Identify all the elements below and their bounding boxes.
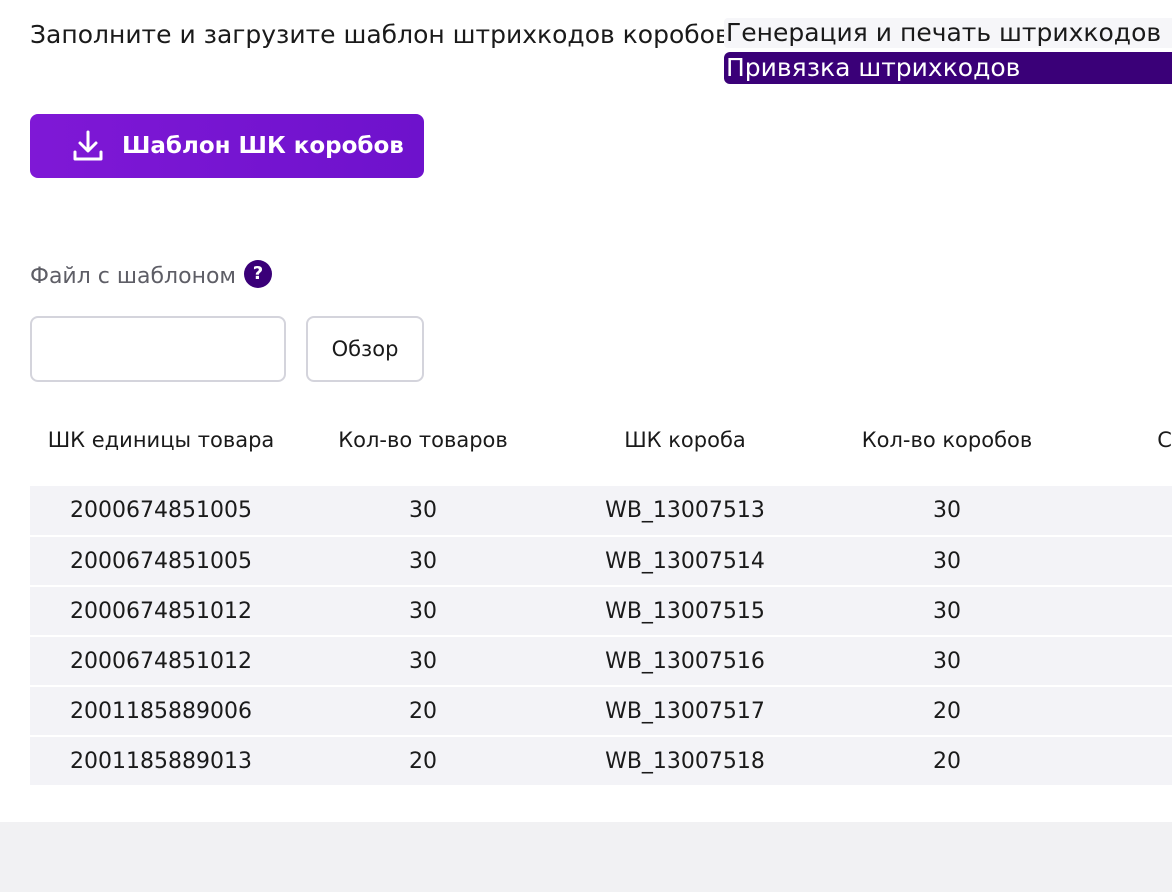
table-cell: 2001185889006 bbox=[30, 686, 292, 737]
table-cell: 30 bbox=[816, 486, 1078, 537]
table-cell bbox=[1078, 686, 1172, 737]
file-label: Файл с шаблоном bbox=[30, 264, 237, 289]
table-cell bbox=[1078, 586, 1172, 637]
table-cell: 2000674851005 bbox=[30, 486, 292, 537]
download-template-button[interactable]: Шаблон ШК коробов bbox=[30, 114, 424, 178]
table-cell: 20 bbox=[816, 686, 1078, 737]
table-cell bbox=[1078, 636, 1172, 687]
instruction-text: Заполните и загрузите шаблон штрихкодов … bbox=[30, 20, 730, 49]
table-row: 2000674851012 30 WB_13007516 30 bbox=[30, 636, 1172, 687]
table-cell: 2000674851005 bbox=[30, 536, 292, 587]
column-header: Срок bbox=[1078, 420, 1172, 486]
column-header: ШК короба bbox=[554, 420, 816, 486]
download-template-label: Шаблон ШК коробов bbox=[122, 133, 404, 159]
question-icon[interactable]: ? bbox=[244, 259, 273, 288]
download-icon bbox=[73, 130, 103, 161]
table-cell: WB_13007513 bbox=[554, 486, 816, 537]
barcodes-table-container: ШК единицы товара Кол-во товаров ШК коро… bbox=[30, 420, 1172, 787]
table-row: 2001185889006 20 WB_13007517 20 bbox=[30, 686, 1172, 737]
table-row: 2001185889013 20 WB_13007518 20 bbox=[30, 736, 1172, 787]
table-cell: 20 bbox=[292, 736, 554, 787]
table-cell: WB_13007514 bbox=[554, 536, 816, 587]
column-header: Кол-во товаров bbox=[292, 420, 554, 486]
barcodes-table: ШК единицы товара Кол-во товаров ШК коро… bbox=[30, 420, 1172, 787]
table-header-row: ШК единицы товара Кол-во товаров ШК коро… bbox=[30, 420, 1172, 486]
table-cell: WB_13007515 bbox=[554, 586, 816, 637]
column-header: Кол-во коробов bbox=[816, 420, 1078, 486]
table-cell: 30 bbox=[292, 636, 554, 687]
tab-list: Генерация и печать штрихкодов Привязка ш… bbox=[724, 18, 1172, 84]
file-label-row: Файл с шаблоном ? bbox=[30, 259, 273, 289]
table-cell: 2000674851012 bbox=[30, 586, 292, 637]
file-path-input[interactable] bbox=[30, 316, 286, 382]
table-cell: 30 bbox=[292, 486, 554, 537]
table-cell: 2001185889013 bbox=[30, 736, 292, 787]
table-cell: 20 bbox=[816, 736, 1078, 787]
browse-button[interactable]: Обзор bbox=[306, 316, 424, 382]
table-cell bbox=[1078, 536, 1172, 587]
table-cell bbox=[1078, 486, 1172, 537]
table-row: 2000674851005 30 WB_13007514 30 bbox=[30, 536, 1172, 587]
table-cell: WB_13007516 bbox=[554, 636, 816, 687]
table-cell: 30 bbox=[816, 586, 1078, 637]
table-cell: 2000674851012 bbox=[30, 636, 292, 687]
tab-generate-print[interactable]: Генерация и печать штрихкодов bbox=[724, 18, 1172, 48]
table-cell: 30 bbox=[292, 586, 554, 637]
table-cell: WB_13007518 bbox=[554, 736, 816, 787]
table-cell: 20 bbox=[292, 686, 554, 737]
table-cell: 30 bbox=[816, 536, 1078, 587]
tab-bind-barcodes[interactable]: Привязка штрихкодов bbox=[724, 52, 1172, 84]
table-cell: 30 bbox=[292, 536, 554, 587]
table-cell: 30 bbox=[816, 636, 1078, 687]
column-header: ШК единицы товара bbox=[30, 420, 292, 486]
table-cell: WB_13007517 bbox=[554, 686, 816, 737]
footer-band bbox=[0, 822, 1172, 892]
table-row: 2000674851012 30 WB_13007515 30 bbox=[30, 586, 1172, 637]
table-cell bbox=[1078, 736, 1172, 787]
table-row: 2000674851005 30 WB_13007513 30 bbox=[30, 486, 1172, 537]
